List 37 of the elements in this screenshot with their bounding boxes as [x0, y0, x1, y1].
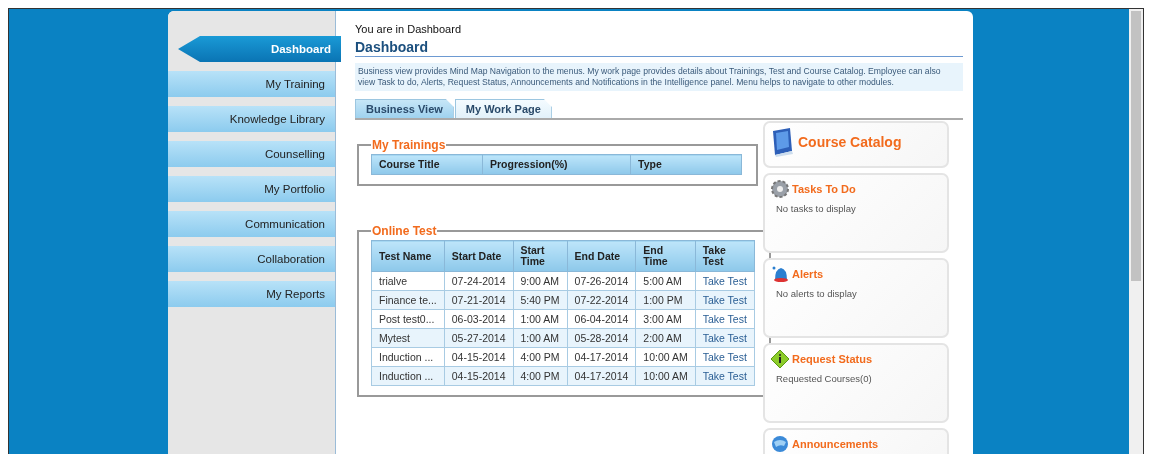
book-icon: [770, 127, 796, 157]
globe-icon: [770, 434, 790, 454]
info-text: Business view provides Mind Map Navigation to the menus. My work page provides details about Trainings, Test and Course Catalog. Employee can also view Task to do, Alerts, Request Status, Announcements and Notifications in the Intelligence panel. Menu helps to navigate to other modules.: [355, 63, 963, 91]
breadcrumb: You are in Dashboard: [355, 23, 462, 35]
sidebar-item[interactable]: My Training: [168, 71, 335, 97]
tab[interactable]: My Work Page: [454, 99, 552, 118]
panel-title: Tasks To Do: [792, 183, 856, 195]
sidebar-item[interactable]: My Reports: [168, 281, 335, 307]
tab[interactable]: Business View: [355, 99, 454, 118]
column-header: Start Date: [444, 240, 513, 272]
column-header: Test Name: [371, 240, 445, 272]
sidebar-item[interactable]: Knowledge Library: [168, 106, 335, 132]
panel-text: No alerts to display: [776, 288, 858, 299]
panel-title: Alerts: [792, 268, 824, 280]
column-header: End Time: [635, 240, 696, 272]
column-header: Start Time: [513, 240, 568, 272]
column-header: Course Title: [371, 154, 483, 175]
scrollbar[interactable]: [1129, 9, 1143, 454]
sidebar-item[interactable]: Dashboard: [178, 36, 341, 62]
sidebar-item[interactable]: My Portfolio: [168, 176, 335, 202]
panel-text: Requested Courses(0): [776, 373, 873, 384]
page-title: Dashboard: [355, 35, 963, 57]
bell-icon: [770, 264, 790, 284]
section-title: My Trainings: [371, 138, 447, 152]
sidebar-item[interactable]: Counselling: [168, 141, 335, 167]
column-header: Take Test: [695, 240, 755, 272]
sidebar-item[interactable]: Communication: [168, 211, 335, 237]
panel-title: Announcements: [792, 438, 879, 450]
column-header: Progression(%): [482, 154, 631, 175]
section-title: Online Test: [371, 224, 438, 238]
column-header: End Date: [567, 240, 636, 272]
panel-text: No tasks to display: [776, 203, 857, 214]
gear-icon: [770, 179, 790, 199]
panel-title: Request Status: [792, 353, 873, 365]
sidebar-item[interactable]: Collaboration: [168, 246, 335, 272]
column-header: Type: [630, 154, 742, 175]
info-diamond-icon: [770, 349, 790, 369]
